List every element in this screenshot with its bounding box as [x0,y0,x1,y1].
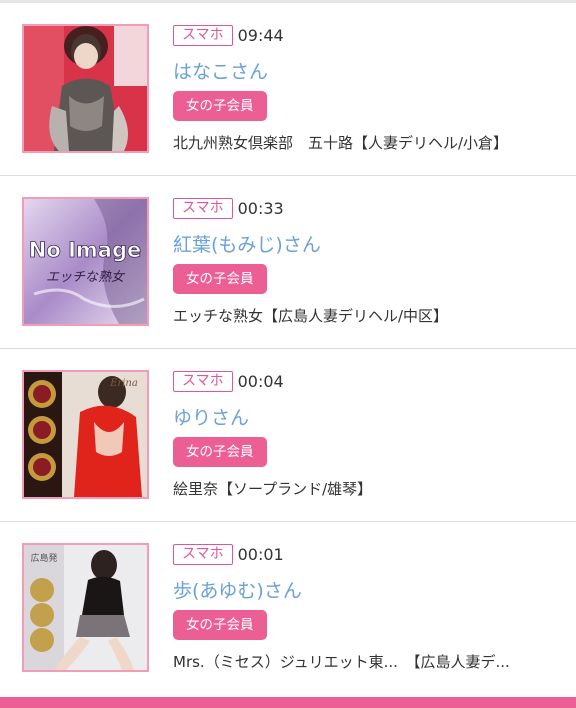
no-image-text: No Image [29,238,141,262]
list-item[interactable]: 広島発 スマホ 00:01 歩(あゆむ)さん 女の子会員 Mrs.（ミセス）ジュリ… [0,522,576,695]
shop-name-link[interactable]: Mrs.（ミセス）ジュリエット東... 【広島人妻デ... [173,651,566,672]
post-meta: スマホ 00:01 歩(あゆむ)さん 女の子会員 Mrs.（ミセス）ジュリエット東… [173,544,566,684]
device-badge: スマホ [173,198,233,219]
no-image-placeholder: No Image エッチな熟女 [24,199,147,324]
post-list: スマホ 09:44 はなこさん 女の子会員 北九州熟女倶楽部 五十路【人妻デリヘル… [0,3,576,695]
profile-thumbnail[interactable]: Erina [22,370,149,499]
post-meta: スマホ 09:44 はなこさん 女の子会員 北九州熟女倶楽部 五十路【人妻デリヘル… [173,25,566,165]
post-time: 00:33 [237,199,284,218]
device-badge: スマホ [173,25,233,46]
profile-thumbnail[interactable]: 広島発 [22,543,149,672]
shop-name-link[interactable]: 北九州熟女倶楽部 五十路【人妻デリヘル/小倉】 [173,132,566,153]
shop-name-link[interactable]: エッチな熟女【広島人妻デリヘル/中区】 [173,305,566,326]
post-time: 09:44 [237,26,284,45]
photo-image [24,26,147,151]
thumb-shop-text: エッチな熟女 [46,269,126,285]
post-time: 00:01 [237,545,284,564]
list-item[interactable]: スマホ 09:44 はなこさん 女の子会員 北九州熟女倶楽部 五十路【人妻デリヘル… [0,3,576,176]
girl-name-link[interactable]: 紅葉(もみじ)さん [173,230,321,257]
shop-name-link[interactable]: 絵里奈【ソープランド/雄琴】 [173,478,566,499]
device-badge: スマホ [173,371,233,392]
photo-image: 広島発 [24,545,147,670]
member-badge: 女の子会員 [173,91,267,121]
post-meta: スマホ 00:04 ゆりさん 女の子会員 絵里奈【ソープランド/雄琴】 [173,371,566,511]
device-badge: スマホ [173,544,233,565]
profile-thumbnail[interactable]: No Image エッチな熟女 [22,197,149,326]
post-meta: スマホ 00:33 紅葉(もみじ)さん 女の子会員 エッチな熟女【広島人妻デリヘル… [173,198,566,338]
thumb-badge-text: 広島発 [30,552,57,564]
girl-name-link[interactable]: 歩(あゆむ)さん [173,576,302,603]
thumb-name-text: Erina [109,378,138,389]
member-badge: 女の子会員 [173,264,267,294]
member-badge: 女の子会員 [173,437,267,467]
list-item[interactable]: Erina スマホ 00:04 ゆりさん 女の子会員 絵里奈【ソープランド/雄琴】 [0,349,576,522]
profile-thumbnail[interactable] [22,24,149,153]
photo-image: Erina [24,372,147,497]
list-item[interactable]: No Image エッチな熟女 スマホ 00:33 紅葉(もみじ)さん 女の子会員… [0,176,576,349]
bottom-accent-bar [0,697,576,708]
post-time: 00:04 [237,372,284,391]
member-badge: 女の子会員 [173,610,267,640]
girl-name-link[interactable]: はなこさん [173,57,268,84]
girl-name-link[interactable]: ゆりさん [173,403,249,430]
